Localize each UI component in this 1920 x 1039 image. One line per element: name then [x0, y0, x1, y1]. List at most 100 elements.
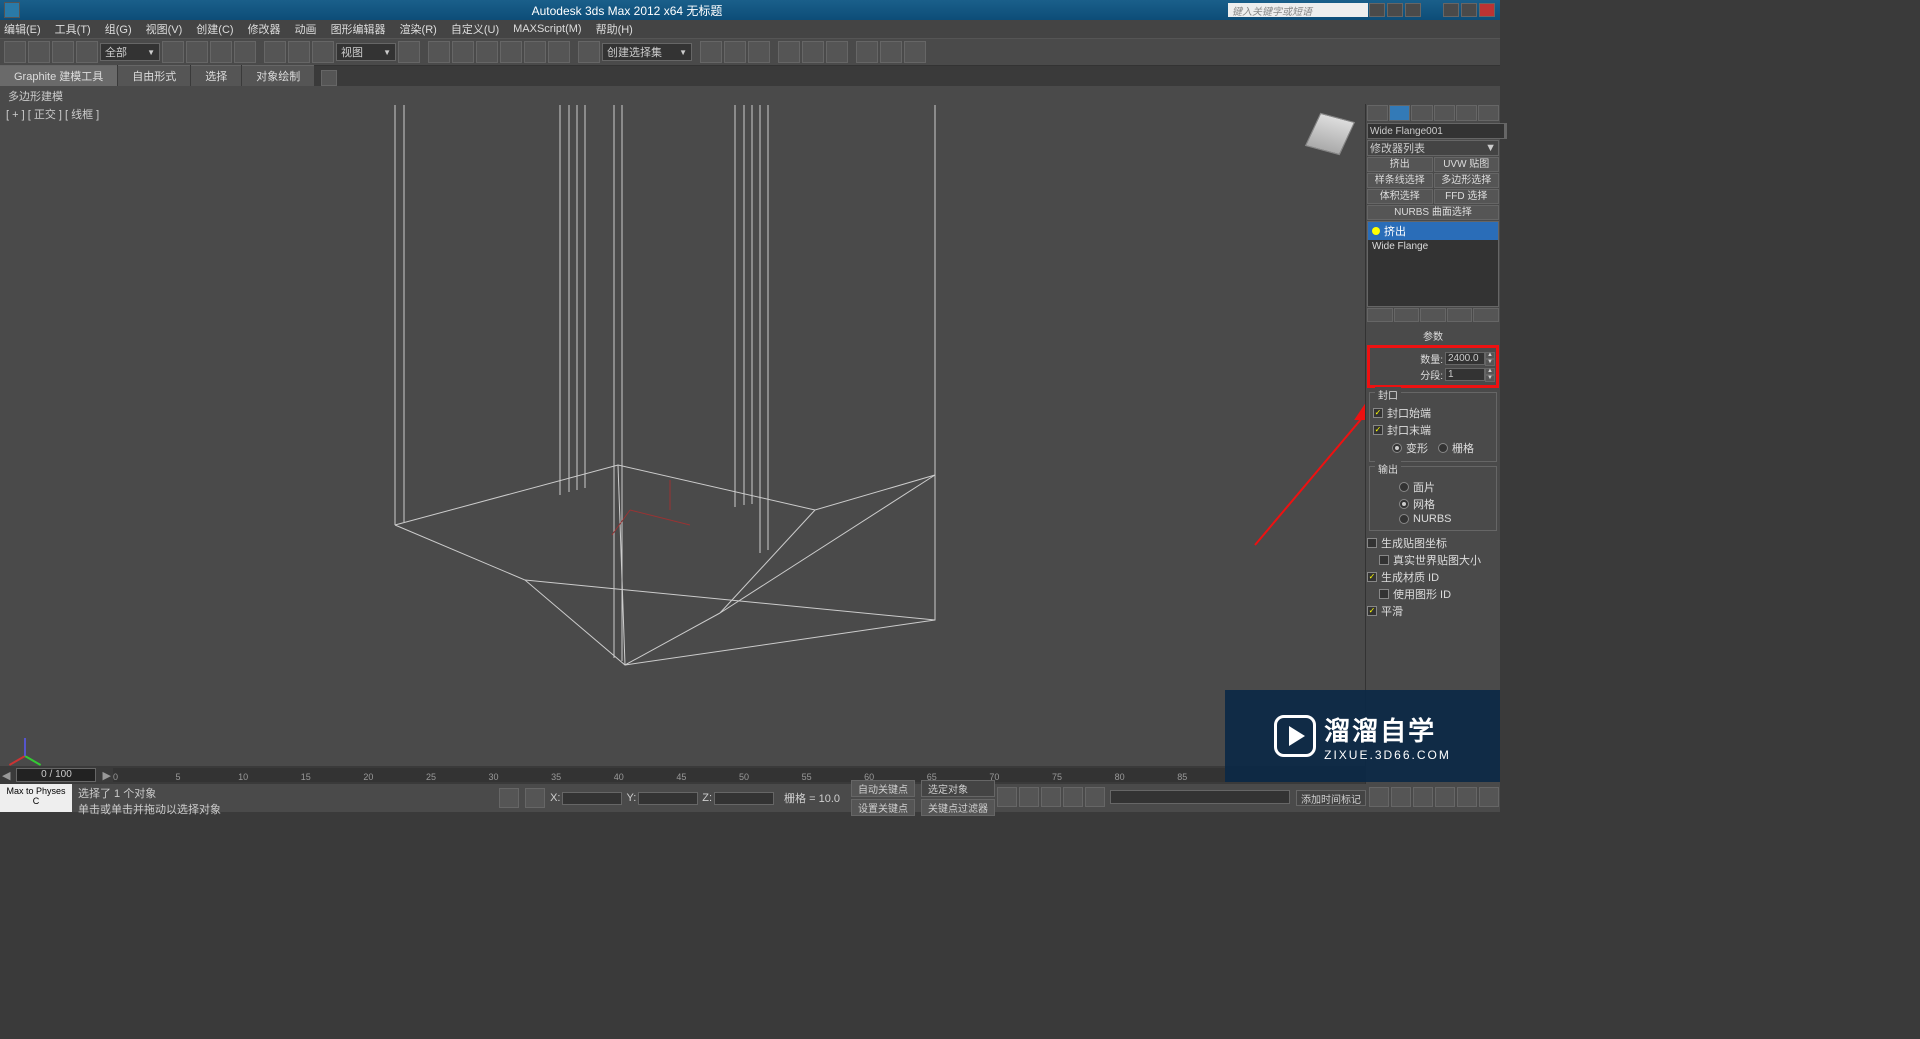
- z-field[interactable]: [714, 792, 774, 805]
- play-button[interactable]: [1041, 787, 1061, 807]
- key-filters-button[interactable]: 关键点过滤器: [921, 799, 995, 816]
- named-selset-dropdown[interactable]: 创建选择集▼: [602, 43, 692, 61]
- ribbon-toggle-button[interactable]: [321, 70, 337, 86]
- nurbs-radio[interactable]: [1399, 514, 1409, 524]
- curve-editor-button[interactable]: [778, 41, 800, 63]
- tab-utilities-icon[interactable]: [1478, 105, 1499, 121]
- object-color-swatch[interactable]: [1505, 123, 1507, 139]
- ribbon-tab-freeform[interactable]: 自由形式: [118, 65, 190, 86]
- modset-nurbssel-button[interactable]: NURBS 曲面选择: [1367, 205, 1499, 220]
- material-editor-button[interactable]: [826, 41, 848, 63]
- stack-remove-button[interactable]: [1447, 308, 1473, 322]
- nav-pan-button[interactable]: [1369, 787, 1389, 807]
- listener-prompt[interactable]: [1110, 790, 1290, 804]
- scale-button[interactable]: [312, 41, 334, 63]
- select-filter-dropdown[interactable]: 全部▼: [100, 43, 160, 61]
- nav-fov-button[interactable]: [1435, 787, 1455, 807]
- menu-help[interactable]: 帮助(H): [596, 21, 633, 37]
- stack-unique-button[interactable]: [1420, 308, 1446, 322]
- cap-end-checkbox[interactable]: ✓: [1373, 425, 1383, 435]
- menu-grapheditors[interactable]: 图形编辑器: [331, 21, 386, 37]
- tab-modify-icon[interactable]: [1389, 105, 1410, 121]
- time-scroll-left-icon[interactable]: ◀: [2, 769, 10, 782]
- stack-pin-button[interactable]: [1367, 308, 1393, 322]
- mirror-button[interactable]: [700, 41, 722, 63]
- manipulate-button[interactable]: [428, 41, 450, 63]
- menu-customize[interactable]: 自定义(U): [451, 21, 499, 37]
- modset-ffdsel-button[interactable]: FFD 选择: [1434, 189, 1500, 204]
- x-field[interactable]: [562, 792, 622, 805]
- ribbon-tab-objectpaint[interactable]: 对象绘制: [242, 65, 314, 86]
- rect-select-button[interactable]: [210, 41, 232, 63]
- rotate-button[interactable]: [288, 41, 310, 63]
- object-name-field[interactable]: [1367, 123, 1505, 139]
- add-time-tag-button[interactable]: 添加时间标记: [1296, 790, 1366, 806]
- grid-radio[interactable]: [1438, 443, 1448, 453]
- stack-configure-button[interactable]: [1473, 308, 1499, 322]
- segments-spinner[interactable]: [1445, 368, 1485, 381]
- nav-zoom-button[interactable]: [1391, 787, 1411, 807]
- schematic-view-button[interactable]: [802, 41, 824, 63]
- modset-volsel-button[interactable]: 体积选择: [1367, 189, 1433, 204]
- goto-end-button[interactable]: [1085, 787, 1105, 807]
- cap-start-checkbox[interactable]: ✓: [1373, 408, 1383, 418]
- modset-splinesel-button[interactable]: 样条线选择: [1367, 173, 1433, 188]
- gen-matid-checkbox[interactable]: ✓: [1367, 572, 1377, 582]
- nav-orbit-button[interactable]: [1457, 787, 1477, 807]
- tab-display-icon[interactable]: [1456, 105, 1477, 121]
- patch-radio[interactable]: [1399, 482, 1409, 492]
- percent-snap-button[interactable]: [524, 41, 546, 63]
- layers-button[interactable]: [748, 41, 770, 63]
- stack-show-end-button[interactable]: [1394, 308, 1420, 322]
- maximize-button[interactable]: [1461, 3, 1477, 17]
- modset-polysel-button[interactable]: 多边形选择: [1434, 173, 1500, 188]
- menu-animation[interactable]: 动画: [295, 21, 317, 37]
- render-button[interactable]: [904, 41, 926, 63]
- rollout-title[interactable]: 参数: [1367, 328, 1499, 343]
- menu-tools[interactable]: 工具(T): [55, 21, 91, 37]
- amount-down-icon[interactable]: ▼: [1485, 359, 1495, 366]
- goto-start-button[interactable]: [997, 787, 1017, 807]
- render-setup-button[interactable]: [856, 41, 878, 63]
- close-button[interactable]: [1479, 3, 1495, 17]
- segs-down-icon[interactable]: ▼: [1485, 375, 1495, 382]
- setkey-button[interactable]: 设置关键点: [851, 799, 915, 816]
- stack-item-base[interactable]: Wide Flange: [1368, 240, 1498, 253]
- bulb-icon[interactable]: [1372, 227, 1380, 235]
- next-frame-button[interactable]: [1063, 787, 1083, 807]
- modifier-list-dropdown[interactable]: 修改器列表▼: [1367, 140, 1499, 156]
- key-selected-dropdown[interactable]: 选定对象: [921, 780, 995, 797]
- ref-coord-dropdown[interactable]: 视图▼: [336, 43, 396, 61]
- nav-maxtoggle-button[interactable]: [1479, 787, 1499, 807]
- amount-spinner[interactable]: [1445, 352, 1485, 365]
- spinner-snap-button[interactable]: [548, 41, 570, 63]
- autokey-button[interactable]: 自动关键点: [851, 780, 915, 797]
- modset-uvwmap-button[interactable]: UVW 贴图: [1434, 157, 1500, 172]
- menu-rendering[interactable]: 渲染(R): [400, 21, 437, 37]
- modifier-stack[interactable]: 挤出 Wide Flange: [1367, 221, 1499, 307]
- realworld-checkbox[interactable]: [1379, 555, 1389, 565]
- y-field[interactable]: [638, 792, 698, 805]
- named-selset-edit-button[interactable]: [578, 41, 600, 63]
- smooth-checkbox[interactable]: ✓: [1367, 606, 1377, 616]
- maxscript-listener-label[interactable]: Max to Physes C: [0, 784, 72, 812]
- menu-maxscript[interactable]: MAXScript(M): [513, 23, 581, 35]
- select-by-name-button[interactable]: [186, 41, 208, 63]
- prev-frame-button[interactable]: [1019, 787, 1039, 807]
- abs-rel-button[interactable]: [525, 788, 545, 808]
- tab-motion-icon[interactable]: [1434, 105, 1455, 121]
- menu-edit[interactable]: 编辑(E): [4, 21, 41, 37]
- gen-mapcoord-checkbox[interactable]: [1367, 538, 1377, 548]
- mesh-radio[interactable]: [1399, 499, 1409, 509]
- link-button[interactable]: [52, 41, 74, 63]
- help-dropdown-icon[interactable]: [1369, 3, 1385, 17]
- app-logo-icon[interactable]: [4, 2, 20, 18]
- favorites-icon[interactable]: [1387, 3, 1403, 17]
- undo-button[interactable]: [4, 41, 26, 63]
- snap-toggle-button[interactable]: [476, 41, 498, 63]
- menu-modifiers[interactable]: 修改器: [248, 21, 281, 37]
- stack-item-extrude[interactable]: 挤出: [1368, 222, 1498, 240]
- unlink-button[interactable]: [76, 41, 98, 63]
- pivot-button[interactable]: [398, 41, 420, 63]
- viewport[interactable]: [ + ] [ 正交 ] [ 线框 ]: [0, 104, 1365, 766]
